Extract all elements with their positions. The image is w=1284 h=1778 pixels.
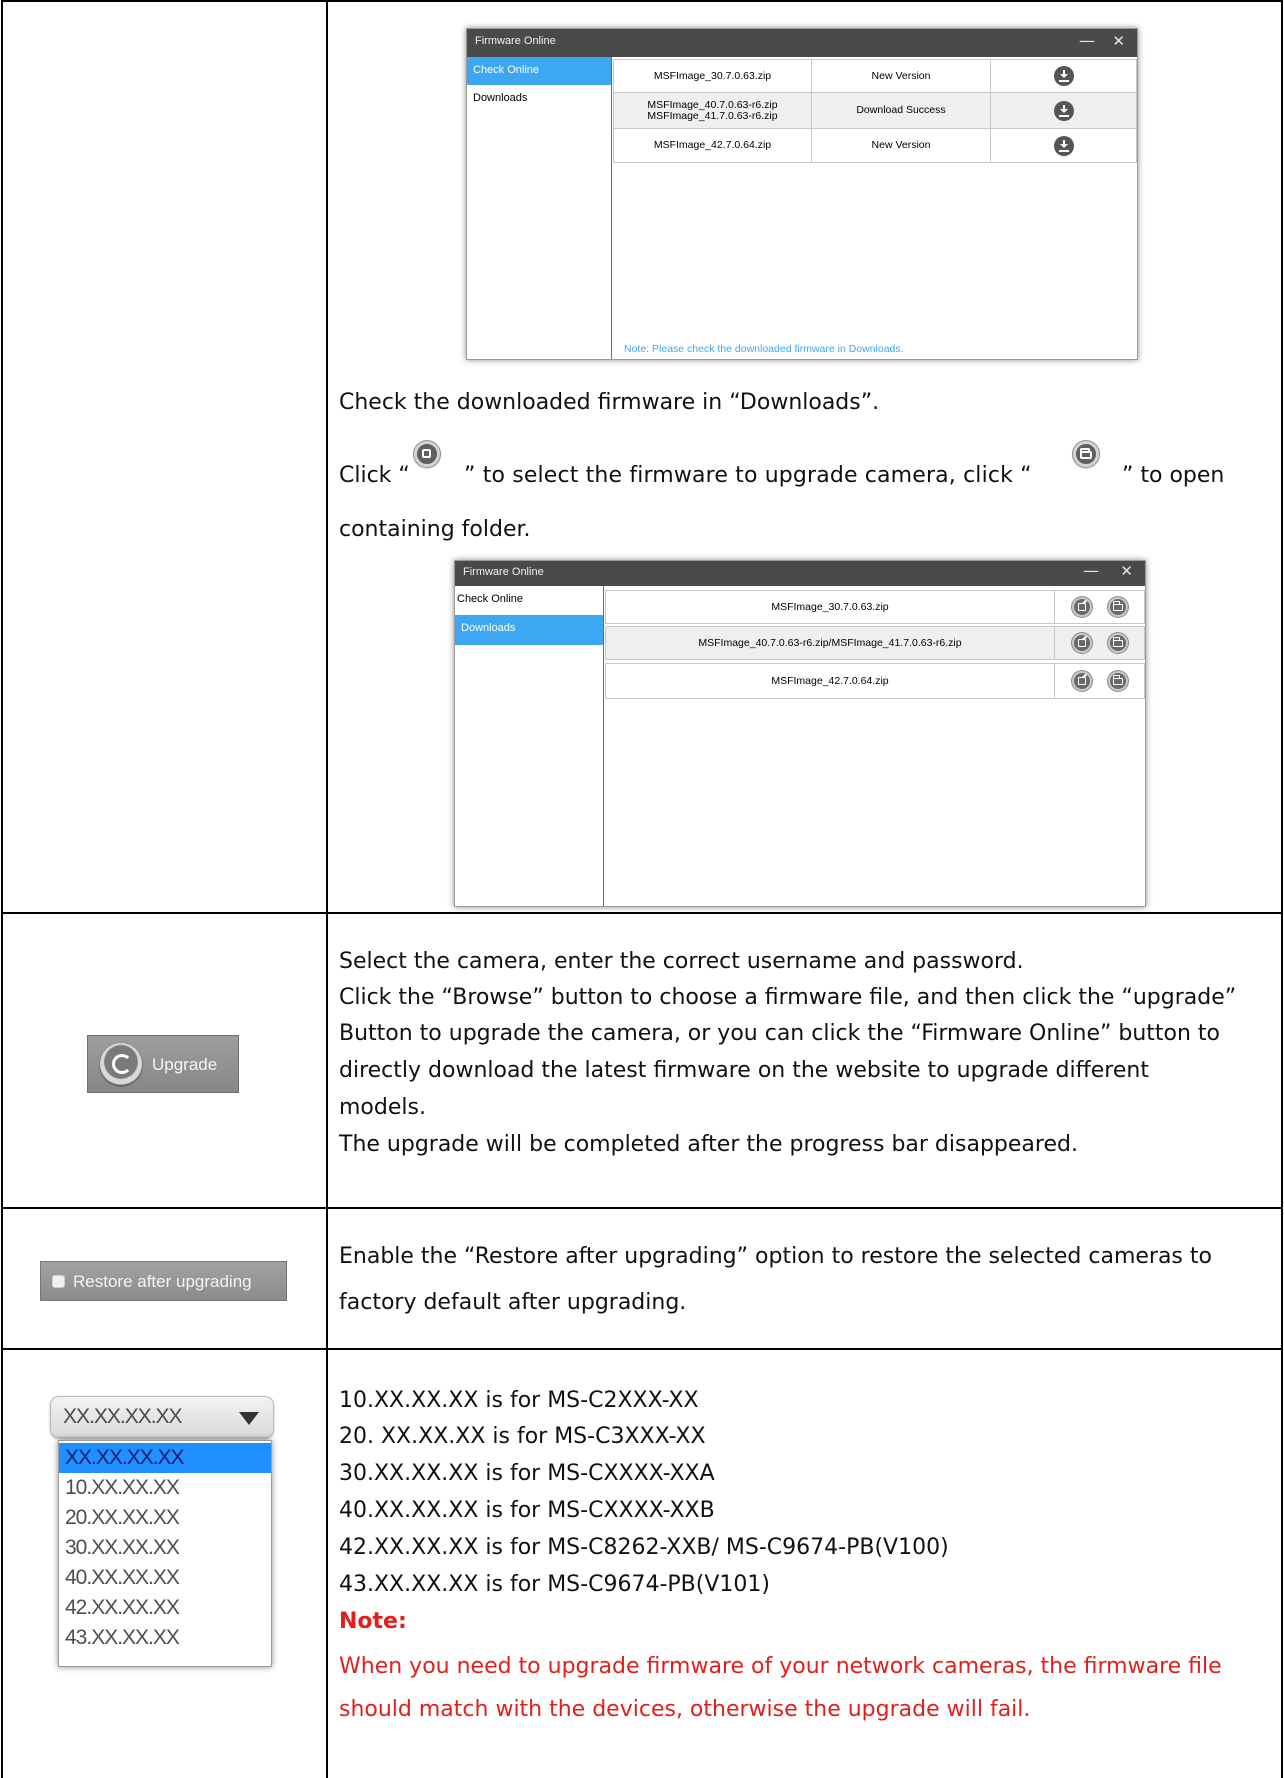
dialog-note: Note: Please check the downloaded firmwa…	[624, 343, 904, 355]
checkbox-icon	[52, 1275, 65, 1288]
status-cell: Download Success	[856, 104, 946, 116]
open-folder-icon[interactable]	[1108, 671, 1128, 691]
version-option: XX.XX.XX.XX	[59, 1443, 271, 1473]
open-folder-icon[interactable]	[1108, 633, 1128, 653]
open-folder-icon[interactable]	[1108, 597, 1128, 617]
document-table: Firmware Online — ✕ Check Online Downloa…	[0, 0, 1284, 1778]
file-name-cell: MSFImage_42.7.0.64.zip	[653, 139, 772, 151]
upgrade-icon	[100, 1043, 142, 1085]
version-select-value: XX.XX.XX.XX	[63, 1405, 183, 1428]
sidebar-item-check-online[interactable]: Check Online	[467, 57, 611, 85]
dialog-titlebar: Firmware Online — ✕	[467, 29, 1137, 57]
restore-checkbox-label: Restore after upgrading	[73, 1272, 252, 1291]
version-desc-line-4: 40.XX.XX.XX is for MS-CXXXX-XXB	[339, 1498, 715, 1523]
close-icon[interactable]: ✕	[1112, 32, 1125, 50]
upgrade-desc-line-1: Select the camera, enter the correct use…	[339, 949, 1024, 974]
version-desc-line-1: 10.XX.XX.XX is for MS-C2XXX-XX	[339, 1388, 699, 1413]
click-select-text-part2: ” to select the firmware to upgrade came…	[464, 463, 1032, 488]
upgrade-desc-line-5: models.	[339, 1095, 426, 1120]
status-cell: New Version	[871, 69, 931, 82]
sidebar-item-check-online[interactable]: Check Online	[455, 586, 603, 614]
firmware-online-dialog-check: Firmware Online — ✕ Check Online Downloa…	[466, 28, 1138, 360]
version-option: 40.XX.XX.XX	[65, 1566, 180, 1589]
dialog-sidebar: Check Online Downloads	[467, 57, 612, 359]
download-cell	[991, 129, 1137, 162]
dialog-sidebar: Check Online Downloads	[455, 586, 604, 906]
version-option: 43.XX.XX.XX	[65, 1626, 180, 1649]
select-firmware-icon[interactable]	[1072, 633, 1092, 653]
dialog-title: Firmware Online	[475, 35, 556, 47]
table-row: MSFImage_40.7.0.63-r6.zip MSFImage_41.7.…	[613, 92, 1137, 129]
download-icon[interactable]	[1054, 135, 1074, 156]
upgrade-button: Upgrade	[87, 1035, 239, 1093]
action-cell	[1055, 627, 1145, 659]
row-divider-3	[1, 1348, 1283, 1350]
version-option: 30.XX.XX.XX	[65, 1536, 180, 1559]
version-select: XX.XX.XX.XX	[50, 1396, 274, 1438]
restore-desc-line-1: Enable the “Restore after upgrading” opt…	[339, 1244, 1212, 1269]
version-desc-line-6: 43.XX.XX.XX is for MS-C9674-PB(V101)	[339, 1572, 770, 1597]
version-desc-line-3: 30.XX.XX.XX is for MS-CXXXX-XXA	[339, 1461, 715, 1486]
table-border-left	[1, 0, 3, 1778]
click-select-text-part3: ” to open	[1122, 463, 1225, 488]
upgrade-desc-line-2: Click the “Browse” button to choose a fi…	[339, 985, 1237, 1010]
download-icon[interactable]	[1054, 66, 1074, 86]
select-firmware-icon	[414, 441, 440, 467]
close-icon[interactable]: ✕	[1120, 562, 1133, 580]
file-name-cell: MSFImage_40.7.0.63-r6.zip MSFImage_41.7.…	[647, 98, 778, 122]
table-border-right	[1281, 0, 1283, 1778]
upgrade-desc-line-6: The upgrade will be completed after the …	[339, 1132, 1078, 1157]
file-name-cell: MSFImage_42.7.0.64.zip	[771, 674, 889, 687]
row-divider-2	[1, 1207, 1283, 1209]
table-row: MSFImage_42.7.0.64.zip New Version	[613, 128, 1137, 163]
minimize-icon[interactable]: —	[1083, 561, 1099, 580]
action-cell	[1055, 591, 1145, 623]
upgrade-desc-line-4: directly download the latest firmware on…	[339, 1058, 1149, 1083]
dropdown-arrow-icon	[239, 1412, 259, 1425]
firmware-online-dialog-downloads: Firmware Online — ✕ Check Online Downloa…	[454, 560, 1146, 907]
row-divider-1	[1, 912, 1283, 914]
action-cell	[1055, 664, 1145, 698]
note-desc-line-2: should match with the devices, otherwise…	[339, 1697, 1031, 1722]
dialog-titlebar: Firmware Online — ✕	[455, 561, 1145, 586]
version-option: 20.XX.XX.XX	[65, 1506, 180, 1529]
click-select-text-part1: Click “	[339, 463, 410, 488]
restore-desc-line-2: factory default after upgrading.	[339, 1290, 687, 1315]
note-label: Note:	[339, 1609, 407, 1634]
status-cell: New Version	[871, 139, 931, 151]
table-row: MSFImage_42.7.0.64.zip	[605, 663, 1145, 699]
version-option: 10.XX.XX.XX	[65, 1476, 180, 1499]
version-options-list: XX.XX.XX.XX 10.XX.XX.XX 20.XX.XX.XX 30.X…	[58, 1440, 272, 1667]
upgrade-desc-line-3: Button to upgrade the camera, or you can…	[339, 1021, 1221, 1046]
select-firmware-icon[interactable]	[1072, 597, 1092, 617]
table-column-divider	[326, 0, 328, 1778]
restore-after-upgrading-checkbox: Restore after upgrading	[40, 1261, 287, 1301]
sidebar-item-downloads[interactable]: Downloads	[467, 85, 611, 113]
version-desc-line-2: 20. XX.XX.XX is for MS-C3XXX-XX	[339, 1424, 706, 1449]
dialog-title: Firmware Online	[463, 566, 544, 578]
download-icon[interactable]	[1054, 100, 1074, 121]
version-desc-line-5: 42.XX.XX.XX is for MS-C8262-XXB/ MS-C967…	[339, 1535, 949, 1560]
download-cell	[991, 60, 1137, 92]
version-option: 42.XX.XX.XX	[65, 1596, 180, 1619]
table-border-top	[1, 0, 1283, 2]
check-downloads-text: Check the downloaded firmware in “Downlo…	[339, 390, 880, 415]
table-row: MSFImage_40.7.0.63-r6.zip/MSFImage_41.7.…	[605, 626, 1145, 660]
upgrade-button-label: Upgrade	[152, 1055, 218, 1074]
select-firmware-icon[interactable]	[1072, 671, 1092, 691]
download-cell	[991, 93, 1137, 128]
sidebar-item-downloads[interactable]: Downloads	[455, 615, 603, 645]
minimize-icon[interactable]: —	[1079, 31, 1095, 50]
table-row: MSFImage_30.7.0.63.zip New Version	[613, 59, 1137, 93]
file-name-cell: MSFImage_30.7.0.63.zip	[771, 600, 889, 613]
open-folder-icon	[1073, 441, 1099, 467]
file-name-cell: MSFImage_30.7.0.63.zip	[653, 69, 772, 82]
file-name-cell: MSFImage_40.7.0.63-r6.zip/MSFImage_41.7.…	[698, 636, 962, 649]
click-select-text-part4: containing folder.	[339, 517, 531, 542]
table-row: MSFImage_30.7.0.63.zip	[605, 590, 1145, 624]
note-desc-line-1: When you need to upgrade firmware of you…	[339, 1654, 1222, 1679]
